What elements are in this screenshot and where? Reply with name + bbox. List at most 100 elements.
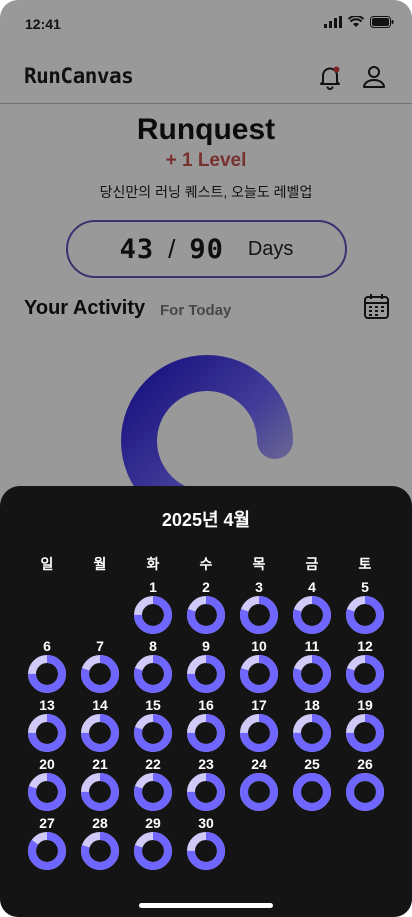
calendar-day[interactable]: 26: [341, 756, 389, 816]
day-number: 13: [39, 697, 55, 713]
day-number: 28: [92, 815, 108, 831]
day-progress-ring: [81, 832, 119, 870]
day-number: 19: [357, 697, 373, 713]
day-number: 25: [304, 756, 320, 772]
calendar-day[interactable]: 11: [288, 638, 336, 698]
day-progress-ring: [187, 773, 225, 811]
day-progress-ring: [81, 714, 119, 752]
calendar-day[interactable]: 3: [235, 579, 283, 639]
calendar-day[interactable]: 28: [76, 815, 124, 875]
calendar-day[interactable]: 29: [129, 815, 177, 875]
day-progress-ring: [134, 773, 172, 811]
day-progress-ring: [293, 773, 331, 811]
day-number: 3: [255, 579, 263, 595]
calendar-day[interactable]: 24: [235, 756, 283, 816]
calendar-day[interactable]: 12: [341, 638, 389, 698]
calendar-day[interactable]: 6: [23, 638, 71, 698]
calendar-sheet: 2025년 4월 일월화수목금토 1 2 3 4 5 6 7 8 9 10 11 12 13 14 15 16…: [0, 486, 412, 917]
day-progress-ring: [240, 773, 278, 811]
day-progress-ring: [346, 773, 384, 811]
calendar-day[interactable]: 17: [235, 697, 283, 757]
day-number: 29: [145, 815, 161, 831]
calendar-day[interactable]: 20: [23, 756, 71, 816]
day-number: 22: [145, 756, 161, 772]
day-number: 18: [304, 697, 320, 713]
weekday-label: 금: [305, 556, 319, 572]
calendar-day[interactable]: 10: [235, 638, 283, 698]
day-progress-ring: [346, 655, 384, 693]
day-progress-ring: [134, 596, 172, 634]
calendar-day[interactable]: 5: [341, 579, 389, 639]
calendar-day[interactable]: 22: [129, 756, 177, 816]
day-progress-ring: [28, 832, 66, 870]
weekday-label: 토: [358, 556, 372, 572]
calendar-day[interactable]: 18: [288, 697, 336, 757]
day-progress-ring: [346, 714, 384, 752]
day-number: 27: [39, 815, 55, 831]
calendar-day[interactable]: 21: [76, 756, 124, 816]
calendar-day[interactable]: 30: [182, 815, 230, 875]
day-number: 4: [308, 579, 316, 595]
calendar-day[interactable]: 9: [182, 638, 230, 698]
calendar-day[interactable]: 7: [76, 638, 124, 698]
day-number: 8: [149, 638, 157, 654]
day-number: 11: [304, 638, 320, 654]
calendar-day[interactable]: 27: [23, 815, 71, 875]
day-progress-ring: [240, 655, 278, 693]
day-number: 15: [145, 697, 161, 713]
day-progress-ring: [28, 773, 66, 811]
weekday-label: 일: [40, 556, 54, 572]
day-number: 10: [251, 638, 267, 654]
calendar-day[interactable]: 8: [129, 638, 177, 698]
day-progress-ring: [134, 714, 172, 752]
calendar-day[interactable]: 23: [182, 756, 230, 816]
day-progress-ring: [134, 655, 172, 693]
calendar-day[interactable]: 19: [341, 697, 389, 757]
day-progress-ring: [28, 655, 66, 693]
phone-screen: 12:41 RunCanvas Runquest + 1 Level 당신만의 …: [0, 0, 412, 917]
day-number: 23: [198, 756, 214, 772]
day-number: 14: [92, 697, 108, 713]
day-number: 26: [357, 756, 373, 772]
day-number: 7: [96, 638, 104, 654]
day-progress-ring: [187, 714, 225, 752]
calendar-day[interactable]: 14: [76, 697, 124, 757]
calendar-day[interactable]: 2: [182, 579, 230, 639]
day-progress-ring: [81, 655, 119, 693]
day-progress-ring: [240, 714, 278, 752]
day-number: 12: [357, 638, 373, 654]
day-number: 24: [251, 756, 267, 772]
day-number: 2: [202, 579, 210, 595]
home-indicator: [139, 903, 273, 908]
calendar-month-title: 2025년 4월: [161, 510, 251, 530]
day-number: 17: [251, 697, 267, 713]
day-number: 21: [92, 756, 108, 772]
weekday-label: 수: [199, 556, 213, 572]
day-number: 20: [39, 756, 55, 772]
calendar-day[interactable]: 25: [288, 756, 336, 816]
day-progress-ring: [293, 714, 331, 752]
day-progress-ring: [187, 655, 225, 693]
day-progress-ring: [293, 655, 331, 693]
day-progress-ring: [28, 714, 66, 752]
day-progress-ring: [187, 596, 225, 634]
weekday-label: 월: [93, 556, 107, 572]
calendar-day[interactable]: 13: [23, 697, 71, 757]
day-number: 6: [43, 638, 51, 654]
calendar-day[interactable]: 4: [288, 579, 336, 639]
day-progress-ring: [134, 832, 172, 870]
day-progress-ring: [346, 596, 384, 634]
day-number: 30: [198, 815, 214, 831]
day-number: 5: [361, 579, 369, 595]
day-number: 1: [149, 579, 157, 595]
day-progress-ring: [81, 773, 119, 811]
calendar-day[interactable]: 1: [129, 579, 177, 639]
day-progress-ring: [240, 596, 278, 634]
calendar-day[interactable]: 15: [129, 697, 177, 757]
calendar-day[interactable]: 16: [182, 697, 230, 757]
weekday-label: 화: [146, 556, 160, 572]
day-number: 9: [202, 638, 210, 654]
day-progress-ring: [187, 832, 225, 870]
day-progress-ring: [293, 596, 331, 634]
weekday-label: 목: [252, 556, 266, 572]
